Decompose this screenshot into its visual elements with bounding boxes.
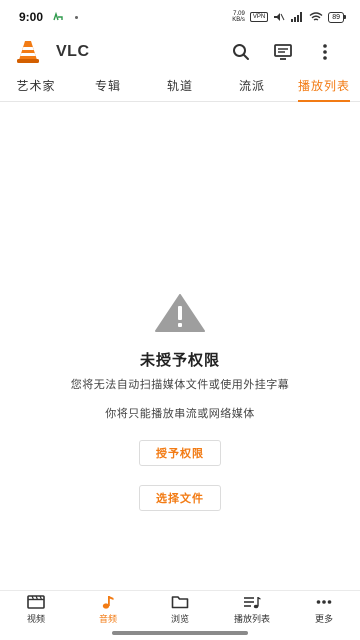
nav-video-label: 视频 <box>26 614 45 625</box>
vpn-badge: VPN <box>249 12 269 22</box>
status-time: 9:00 <box>19 10 44 24</box>
audio-tabs: 艺术家 专辑 轨道 流派 播放列表 <box>0 70 360 102</box>
search-icon <box>233 44 249 60</box>
search-button[interactable] <box>220 36 262 68</box>
nav-audio-label: 音频 <box>98 614 117 625</box>
notification-app-icon <box>53 12 63 21</box>
vlc-cone-icon <box>17 41 39 63</box>
permission-title: 未授予权限 <box>139 351 220 369</box>
warning-icon <box>155 294 205 332</box>
tab-genres[interactable]: 流派 <box>216 70 288 101</box>
grant-permission-button[interactable]: 授予权限 <box>139 440 221 466</box>
nav-browse[interactable]: 浏览 <box>144 591 216 628</box>
nav-audio[interactable]: 音频 <box>72 591 144 628</box>
status-bar: 9:00 7.09 KB/s VPN 89 <box>0 0 360 34</box>
nav-video[interactable]: 视频 <box>0 591 72 628</box>
playlist-icon <box>242 595 262 609</box>
renderer-icon <box>274 44 292 60</box>
tab-playlists[interactable]: 播放列表 <box>288 70 360 102</box>
app-bar: VLC <box>0 34 360 70</box>
tab-artists[interactable]: 艺术家 <box>0 70 72 101</box>
tab-tracks[interactable]: 轨道 <box>144 70 216 101</box>
bottom-navigation: 视频 音频 浏览 播放列表 更多 <box>0 590 360 628</box>
nav-more[interactable]: 更多 <box>288 591 360 628</box>
permission-description: 您将无法自动扫描媒体文件或使用外挂字幕 <box>70 378 290 391</box>
nav-browse-label: 浏览 <box>170 614 189 625</box>
battery-indicator: 89 <box>328 11 346 23</box>
nav-playlists-label: 播放列表 <box>233 614 270 625</box>
video-icon <box>26 594 46 609</box>
pick-file-button[interactable]: 选择文件 <box>139 485 221 511</box>
more-horizontal-icon <box>314 595 334 609</box>
nav-playlists[interactable]: 播放列表 <box>216 591 288 628</box>
tab-albums[interactable]: 专辑 <box>72 70 144 101</box>
app-title: VLC <box>56 43 90 60</box>
folder-icon <box>170 595 190 609</box>
mute-icon <box>274 13 285 21</box>
overflow-menu-button[interactable] <box>304 36 346 68</box>
renderer-button[interactable] <box>262 36 304 68</box>
signal-icon <box>291 12 303 22</box>
notification-dot-icon <box>75 15 79 19</box>
wifi-icon <box>309 12 323 21</box>
music-icon <box>98 595 118 609</box>
more-vertical-icon <box>323 44 327 60</box>
nav-more-label: 更多 <box>314 614 333 625</box>
network-speed: 7.09 KB/s <box>232 11 245 23</box>
home-indicator[interactable] <box>112 631 248 635</box>
permission-description-secondary: 你将只能播放串流或网络媒体 <box>105 407 255 420</box>
